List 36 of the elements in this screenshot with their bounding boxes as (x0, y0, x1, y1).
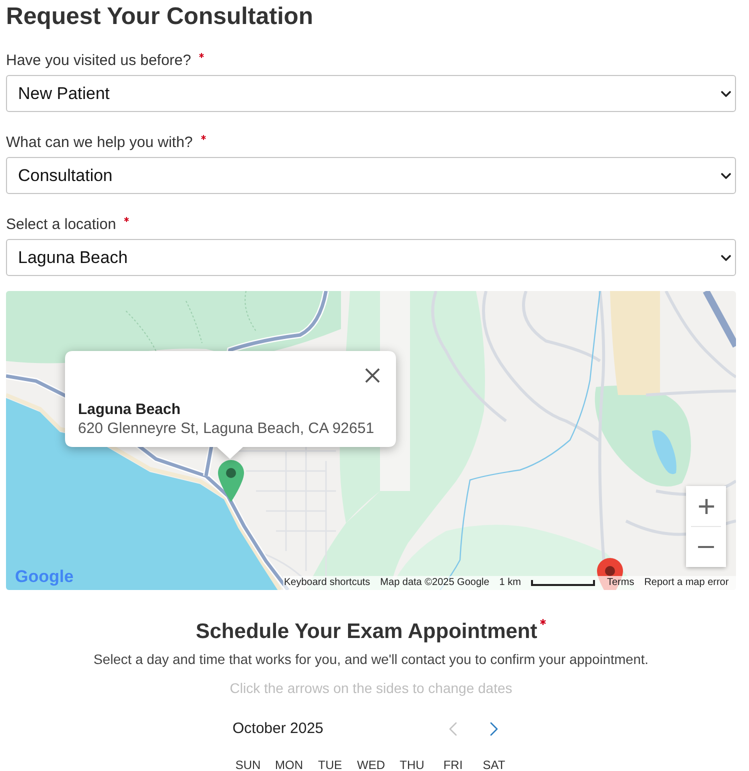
field-label: What can we help you with? (6, 133, 193, 153)
location-name: Laguna Beach (78, 400, 182, 419)
chevron-down-icon (721, 90, 731, 96)
field-label: Have you visited us before? (6, 51, 192, 71)
page-title: Request Your Consultation (6, 2, 314, 32)
date-hint-text: Click the arrows on the sides to change dates (230, 679, 512, 698)
select-field[interactable]: Laguna Beach (6, 239, 736, 276)
keyboard-shortcuts-link[interactable]: Keyboard shortcuts (284, 576, 370, 590)
map-data-text: Map data ©2025 Google (380, 576, 490, 590)
select-field[interactable]: Consultation (6, 157, 736, 194)
scale-text: 1 km (499, 576, 521, 590)
select-field[interactable]: New Patient (6, 75, 736, 112)
weekday-label: FRI (443, 759, 463, 771)
weekday-label: TUE (318, 759, 342, 771)
chevron-down-icon (721, 172, 731, 178)
zoom-in-button[interactable] (686, 486, 726, 526)
scale-bar-icon (530, 580, 595, 586)
field-label: Select a location (6, 215, 116, 235)
month-title: October 2025 (232, 718, 324, 739)
location-address: 620 Glenneyre St, Laguna Beach, CA 92651 (78, 419, 376, 438)
weekday-label: THU (400, 759, 424, 771)
chevron-left-icon (449, 722, 457, 736)
chevron-down-icon (721, 254, 731, 260)
minus-icon (698, 546, 714, 548)
section-title: Schedule Your Exam Appointment (196, 619, 538, 645)
weekday-label: SUN (235, 759, 261, 771)
terms-link[interactable]: Terms (606, 576, 634, 590)
map-pin-icon[interactable] (218, 460, 244, 502)
weekday-label: MON (275, 759, 303, 771)
chevron-right-icon (490, 722, 498, 736)
section-description: Select a day and time that works for you, and we'll contact you to confirm your appointment. (94, 651, 648, 669)
weekday-label: SAT (482, 759, 506, 771)
weekday-label: WED (357, 759, 385, 771)
report-error-link[interactable]: Report a map error (644, 576, 729, 590)
close-icon (364, 368, 380, 382)
plus-icon (698, 498, 714, 514)
